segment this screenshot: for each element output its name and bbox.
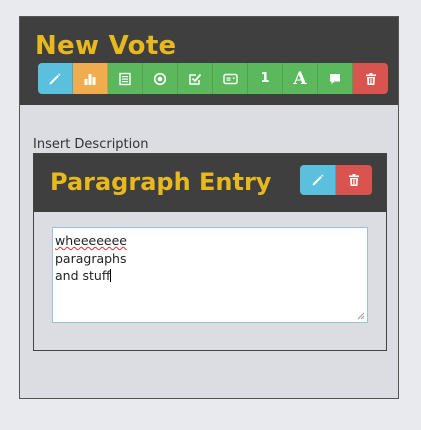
trash-icon (365, 72, 376, 85)
trash-icon (349, 174, 359, 186)
speech-bubble-icon (330, 73, 340, 84)
resize-grip-icon[interactable] (357, 312, 365, 320)
font-icon: A (293, 68, 307, 89)
list-button[interactable] (108, 63, 143, 94)
page-title: New Vote (35, 31, 177, 61)
textarea-line: paragraphs (55, 250, 127, 266)
radio-button[interactable] (143, 63, 178, 94)
textarea-line-text: and stuff (55, 268, 111, 283)
chart-button[interactable] (73, 63, 108, 94)
number-icon: 1 (260, 71, 270, 86)
textarea-line: wheeeeeee (55, 233, 127, 248)
vote-header: New Vote 1 A (20, 17, 398, 105)
textarea-line: and stuff (55, 267, 365, 285)
edit-button[interactable] (38, 63, 73, 94)
dropdown-button[interactable] (213, 63, 248, 94)
paragraph-entry-card: Paragraph Entry wheeeeeee paragraphs and… (33, 153, 387, 351)
entry-edit-button[interactable] (300, 165, 336, 195)
dropdown-select-icon (222, 73, 238, 84)
checkbox-button[interactable] (178, 63, 213, 94)
entry-delete-button[interactable] (336, 165, 372, 195)
entry-header: Paragraph Entry (34, 154, 386, 212)
number-button[interactable]: 1 (248, 63, 283, 94)
comment-button[interactable] (318, 63, 353, 94)
pencil-icon (312, 174, 323, 186)
list-icon (119, 72, 131, 85)
bar-chart-icon (84, 73, 96, 85)
text-button[interactable]: A (283, 63, 318, 94)
entry-actions (300, 165, 372, 195)
checkbox-icon (189, 73, 202, 85)
pencil-icon (49, 73, 61, 84)
vote-panel: New Vote 1 A Insert Description Paragrap… (19, 16, 399, 399)
description-label: Insert Description (33, 137, 149, 152)
radio-circle-icon (153, 72, 167, 85)
toolbar: 1 A (38, 63, 388, 94)
text-caret (110, 269, 112, 282)
entry-title: Paragraph Entry (50, 168, 272, 196)
delete-button[interactable] (353, 63, 388, 94)
paragraph-textarea[interactable]: wheeeeeee paragraphs and stuff (52, 227, 368, 323)
